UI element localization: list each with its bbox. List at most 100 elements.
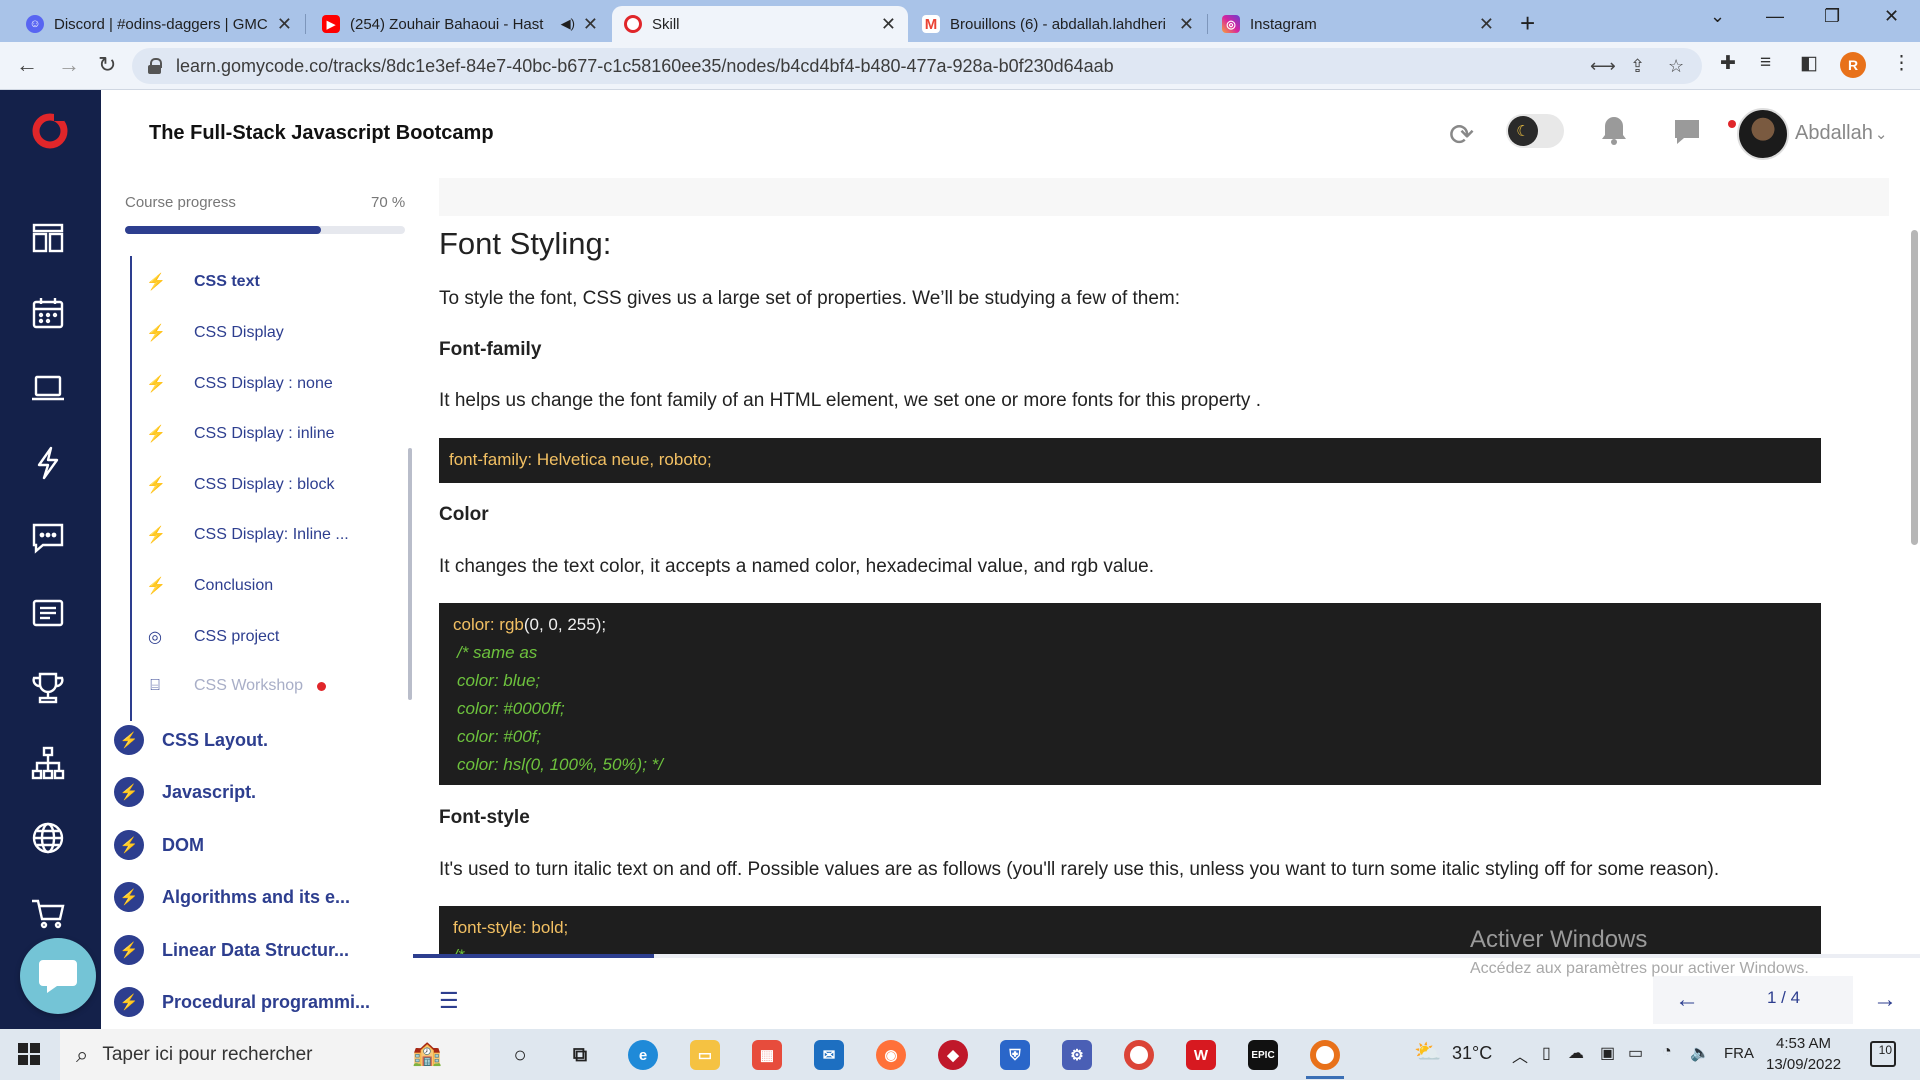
next-page-arrow-icon[interactable]: → — [1873, 986, 1897, 1014]
language-indicator[interactable]: FRA — [1724, 1045, 1754, 1062]
lesson-css-project[interactable]: ◎ CSS project — [146, 627, 279, 647]
tray-device-icon[interactable]: ▯ — [1542, 1043, 1551, 1063]
translate-icon[interactable]: ⟷ — [1590, 56, 1616, 77]
bell-icon[interactable] — [1599, 114, 1629, 151]
lesson-css-display[interactable]: ⚡ CSS Display — [146, 323, 284, 343]
messages-icon[interactable] — [30, 520, 66, 556]
lesson-conclusion[interactable]: ⚡ Conclusion — [146, 576, 273, 596]
chrome-icon[interactable] — [1124, 1040, 1154, 1070]
epic-games-icon[interactable]: EPIC — [1248, 1040, 1278, 1070]
content-scrollbar[interactable] — [1911, 230, 1918, 545]
support-chat-button[interactable] — [20, 938, 96, 1014]
module-algorithms[interactable]: ⚡ Algorithms and its e... — [114, 882, 350, 912]
table-of-contents-icon[interactable]: ☰ — [439, 988, 459, 1014]
calendar-icon[interactable] — [30, 295, 66, 331]
sitemap-icon[interactable] — [30, 745, 66, 781]
close-icon[interactable]: ✕ — [881, 14, 896, 35]
extensions-puzzle-icon[interactable]: ✚ — [1720, 52, 1736, 75]
lesson-css-display-block[interactable]: ⚡ CSS Display : block — [146, 475, 335, 495]
dark-mode-toggle[interactable]: ☾ — [1506, 114, 1564, 148]
weather-temperature[interactable]: 31°C — [1452, 1043, 1492, 1064]
tray-chevron-up-icon[interactable]: ︿ — [1512, 1043, 1528, 1067]
store-icon[interactable]: ▦ — [752, 1040, 782, 1070]
module-linear-data-structures[interactable]: ⚡ Linear Data Structur... — [114, 935, 349, 965]
tab-search-chevron-icon[interactable]: ⌄ — [1710, 6, 1725, 27]
notification-center-icon[interactable]: 10 — [1870, 1041, 1896, 1067]
trophy-icon[interactable] — [30, 670, 66, 706]
lightning-icon: ⚡ — [114, 882, 144, 912]
sync-icon[interactable]: ⟳ — [1449, 118, 1474, 153]
chat-bubble-icon[interactable] — [1672, 118, 1702, 151]
module-procedural-programming[interactable]: ⚡ Procedural programmi... — [114, 987, 370, 1017]
gomycode-logo[interactable] — [30, 110, 70, 150]
laptop-icon[interactable] — [30, 370, 66, 406]
lesson-css-display-inline-block[interactable]: ⚡ CSS Display: Inline ... — [146, 525, 349, 545]
avatar[interactable] — [1737, 108, 1789, 160]
edge-icon[interactable]: e — [628, 1040, 658, 1070]
lesson-css-display-none[interactable]: ⚡ CSS Display : none — [146, 374, 333, 394]
window-close-button[interactable]: ✕ — [1884, 6, 1899, 27]
code-block-color: color: rgb(0, 0, 255); /* same as color:… — [439, 603, 1821, 785]
back-arrow-icon[interactable]: ← — [16, 52, 38, 78]
tab-title: Brouillons (6) - abdallah.lahdheri — [950, 15, 1166, 33]
browser-tab-youtube[interactable]: ▶ (254) Zouhair Bahaoui - Hast ◀) ✕ — [310, 6, 610, 42]
notes-icon[interactable] — [30, 595, 66, 631]
remote-app-icon[interactable]: ⚙ — [1062, 1040, 1092, 1070]
new-tab-button[interactable]: + — [1520, 8, 1535, 39]
lesson-css-workshop[interactable]: ⌸ CSS Workshop — [146, 677, 327, 695]
tray-display-icon[interactable]: ▣ — [1600, 1043, 1615, 1063]
browser-tab-discord[interactable]: ☺ Discord | #odins-daggers | GMC ✕ — [14, 6, 304, 42]
module-dom[interactable]: ⚡ DOM — [114, 830, 204, 860]
browser-menu-icon[interactable]: ⋮ — [1892, 52, 1911, 75]
restore-button[interactable]: ❐ — [1824, 6, 1840, 27]
globe-icon[interactable] — [30, 820, 66, 856]
firefox-icon[interactable]: ◉ — [876, 1040, 906, 1070]
speaker-icon[interactable]: ◀) — [561, 16, 575, 32]
previous-page-arrow-icon[interactable]: ← — [1675, 986, 1699, 1014]
browser-tab-skill[interactable]: Skill ✕ — [612, 6, 908, 42]
taskbar-clock[interactable]: 4:53 AM 13/09/2022 — [1766, 1033, 1841, 1075]
media-control-icon[interactable]: ≡ — [1760, 52, 1771, 74]
onedrive-cloud-icon[interactable]: ☁ — [1568, 1043, 1584, 1063]
volume-icon[interactable]: 🔈 — [1690, 1043, 1710, 1063]
user-menu[interactable]: Abdallah ⌄ — [1795, 122, 1887, 145]
module-javascript[interactable]: ⚡ Javascript. — [114, 777, 256, 807]
lesson-css-text[interactable]: ⚡ CSS text — [146, 272, 260, 292]
wifi-icon[interactable]: ◔ — [1662, 1043, 1672, 1061]
task-view-icon[interactable]: ⧉ — [565, 1040, 595, 1070]
forward-arrow-icon[interactable]: → — [58, 52, 80, 78]
cortana-icon[interactable]: ○ — [505, 1040, 535, 1070]
browser-tab-gmail[interactable]: M Brouillons (6) - abdallah.lahdheri ✕ — [910, 6, 1206, 42]
minimize-button[interactable]: — — [1766, 6, 1784, 27]
sidebar-scrollbar[interactable] — [408, 448, 412, 700]
office-app-icon[interactable]: W — [1186, 1040, 1216, 1070]
dashboard-icon[interactable] — [30, 220, 66, 256]
address-bar[interactable]: learn.gomycode.co/tracks/8dc1e3ef-84e7-4… — [132, 48, 1702, 84]
side-panel-icon[interactable]: ◧ — [1800, 52, 1818, 75]
browser-tab-instagram[interactable]: ◎ Instagram ✕ — [1210, 6, 1506, 42]
game-launcher-icon[interactable]: ◆ — [938, 1040, 968, 1070]
tab-title: Instagram — [1250, 15, 1317, 33]
chrome-profile-icon[interactable] — [1310, 1040, 1340, 1070]
lesson-css-display-inline[interactable]: ⚡ CSS Display : inline — [146, 424, 335, 444]
reload-icon[interactable]: ↻ — [98, 52, 116, 78]
windows-start-icon[interactable] — [18, 1043, 40, 1065]
close-icon[interactable]: ✕ — [583, 14, 598, 35]
battery-icon[interactable]: ▭ — [1628, 1043, 1643, 1063]
lightning-icon[interactable] — [30, 445, 66, 481]
mail-icon[interactable]: ✉ — [814, 1040, 844, 1070]
browser-profile-avatar[interactable]: R — [1840, 52, 1866, 78]
lock-icon[interactable] — [148, 58, 162, 74]
font-style-paragraph: It's used to turn italic text on and off… — [439, 859, 1720, 880]
weather-icon[interactable]: ⛅ — [1414, 1039, 1441, 1065]
taskbar-search-input[interactable]: ⌕ Taper ici pour rechercher 🏫 — [60, 1029, 490, 1080]
file-explorer-icon[interactable]: ▭ — [690, 1040, 720, 1070]
cart-icon[interactable] — [30, 895, 66, 931]
close-icon[interactable]: ✕ — [277, 14, 292, 35]
module-css-layout[interactable]: ⚡ CSS Layout. — [114, 725, 268, 755]
close-icon[interactable]: ✕ — [1479, 14, 1494, 35]
security-shield-icon[interactable]: ⛨ — [1000, 1040, 1030, 1070]
close-icon[interactable]: ✕ — [1179, 14, 1194, 35]
bookmark-star-icon[interactable]: ☆ — [1668, 56, 1684, 77]
share-icon[interactable]: ⇪ — [1630, 56, 1645, 77]
